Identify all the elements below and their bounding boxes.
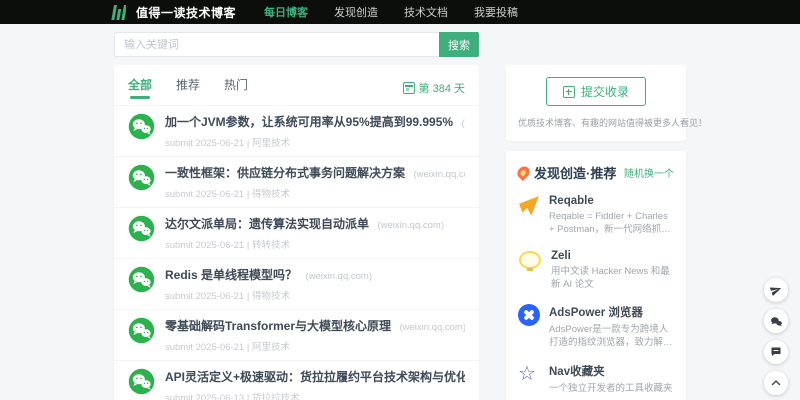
article-list-card: 全部 推荐 热门 第 384 天 加一个JVM参数，让系统可用率从95%提高到9… [114, 65, 479, 400]
article-title-link[interactable]: 零基础解码Transformer与大模型核心原理 [165, 319, 391, 333]
search-bar: 搜索 [114, 32, 479, 57]
paper-plane-icon [770, 284, 782, 296]
discover-item-name[interactable]: Zeli [551, 250, 674, 262]
wechat-icon [128, 368, 155, 395]
submit-slogan: 优质技术博客、有趣的网站值得被更多人看见！ [518, 118, 708, 128]
discover-list: Reqable Reqable = Fiddler + Charles + Po… [518, 195, 674, 395]
article-row[interactable]: Redis 是单线程模型吗？ (weixin.qq.com) submit 20… [114, 258, 479, 309]
article-row[interactable]: 零基础解码Transformer与大模型核心原理 (weixin.qq.com)… [114, 309, 479, 360]
article-body: 一致性框架：供应链分布式事务问题解决方案 (weixin.qq.com) sub… [165, 164, 465, 200]
nav-item[interactable]: 每日博客 [264, 4, 308, 20]
article-title-link[interactable]: 一致性框架：供应链分布式事务问题解决方案 [165, 166, 405, 180]
tab[interactable]: 全部 [128, 76, 152, 99]
search-button[interactable]: 搜索 [439, 32, 479, 57]
tab[interactable]: 推荐 [176, 76, 200, 99]
article-row[interactable]: API灵活定义+极速驱动：货拉拉履约平台技术架构与优化实践 (weixin.qq… [114, 360, 479, 400]
nav-item[interactable]: 我要投稿 [474, 4, 518, 20]
tabs-row: 全部 推荐 热门 第 384 天 [114, 65, 479, 105]
nav-item[interactable]: 发现创造 [334, 4, 378, 20]
article-meta: submit 2025-06-21 | 得物技术 [165, 189, 290, 200]
wechat-icon [128, 215, 155, 242]
article-meta: submit 2025-06-13 | 货拉拉技术 [165, 393, 300, 400]
wechat-icon [128, 164, 155, 191]
main-nav: 每日博客 发现创造 技术文档 我要投稿 [264, 4, 518, 20]
article-title-link[interactable]: API灵活定义+极速驱动：货拉拉履约平台技术架构与优化实践 [165, 370, 465, 384]
discover-item[interactable]: Nav收藏夹 一个独立开发者的工具收藏夹 [518, 363, 674, 395]
wechat-icon [770, 315, 783, 328]
discover-item-name[interactable]: AdsPower 浏览器 [549, 304, 674, 320]
submit-card: 提交收录 优质技术博客、有趣的网站值得被更多人看见！ [506, 65, 708, 141]
discover-item-body: Nav收藏夹 一个独立开发者的工具收藏夹 [549, 363, 673, 395]
wechat-icon [128, 266, 155, 293]
discover-item[interactable]: AdsPower 浏览器 AdsPower是一款专为跨境人打造的指纹浏览器，致力… [518, 304, 674, 350]
wechat-icon [128, 113, 155, 140]
article-body: 零基础解码Transformer与大模型核心原理 (weixin.qq.com)… [165, 317, 465, 353]
discover-item-icon [518, 363, 540, 385]
article-domain: (weixin.qq.com) [377, 220, 444, 231]
random-switch-link[interactable]: 随机换一个 [624, 165, 674, 180]
flame-icon [515, 164, 532, 181]
share-button[interactable] [764, 278, 788, 302]
article-row[interactable]: 加一个JVM参数，让系统可用率从95%提高到99.995% (weixin.qq… [114, 105, 479, 156]
discover-item-desc: Reqable = Fiddler + Charles + Postman，新一… [549, 211, 671, 236]
article-row[interactable]: 一致性框架：供应链分布式事务问题解决方案 (weixin.qq.com) sub… [114, 156, 479, 207]
back-to-top-button[interactable] [764, 371, 788, 395]
article-meta: submit 2025-06-21 | 阿里技术 [165, 342, 290, 353]
wechat-share-button[interactable] [764, 309, 788, 333]
submit-site-button[interactable]: 提交收录 [545, 77, 646, 106]
article-title-link[interactable]: Redis 是单线程模型吗？ [165, 268, 297, 282]
discover-item-body: Reqable Reqable = Fiddler + Charles + Po… [549, 195, 674, 237]
site-logo-icon[interactable] [110, 4, 126, 20]
article-list: 加一个JVM参数，让系统可用率从95%提高到99.995% (weixin.qq… [114, 105, 479, 400]
search-input[interactable] [114, 32, 439, 57]
submit-button-label: 提交收录 [580, 85, 629, 99]
main-column: 搜索 全部 推荐 热门 第 384 天 [114, 32, 479, 400]
wechat-icon [128, 317, 155, 344]
top-header: 值得一读技术博客 每日博客 发现创造 技术文档 我要投稿 [0, 0, 800, 24]
discover-item[interactable]: Reqable Reqable = Fiddler + Charles + Po… [518, 195, 674, 237]
article-domain: (weixin.qq.com) [399, 322, 465, 333]
article-title-link[interactable]: 达尔文派单局：遗传算法实现自动派单 [165, 217, 369, 231]
floating-action-stack [764, 278, 788, 395]
sidebar: 提交收录 优质技术博客、有趣的网站值得被更多人看见！ 发现创造·推荐 随机换一个… [506, 65, 708, 400]
discover-item-body: Zeli 用中文读 Hacker News 和最新 AI 论文 [551, 250, 674, 292]
article-domain: (weixin.qq.com) [413, 169, 465, 180]
discover-item-body: AdsPower 浏览器 AdsPower是一款专为跨境人打造的指纹浏览器，致力… [549, 304, 674, 350]
article-meta: submit 2025-06-21 | 转转技术 [165, 240, 290, 251]
feedback-button[interactable] [764, 340, 788, 364]
discover-item-icon [519, 250, 541, 271]
discover-item-icon [519, 196, 539, 216]
article-domain: (weixin.qq.com) [305, 271, 372, 282]
article-row[interactable]: 达尔文派单局：遗传算法实现自动派单 (weixin.qq.com) submit… [114, 207, 479, 258]
discover-item-icon [518, 304, 540, 327]
discover-item-name[interactable]: Reqable [549, 195, 674, 207]
discover-item-desc: 用中文读 Hacker News 和最新 AI 论文 [551, 265, 670, 290]
article-title-link[interactable]: 加一个JVM参数，让系统可用率从95%提高到99.995% [165, 115, 453, 129]
article-meta: submit 2025-06-21 | 阿里技术 [165, 138, 290, 149]
tab[interactable]: 热门 [224, 76, 248, 99]
discover-card: 发现创造·推荐 随机换一个 Reqable Reqable = Fiddler … [506, 151, 686, 400]
article-body: API灵活定义+极速驱动：货拉拉履约平台技术架构与优化实践 (weixin.qq… [165, 368, 465, 400]
plus-box-icon [562, 85, 575, 98]
discover-item[interactable]: Zeli 用中文读 Hacker News 和最新 AI 论文 [518, 250, 674, 292]
chevron-up-icon [770, 377, 782, 389]
article-body: 达尔文派单局：遗传算法实现自动派单 (weixin.qq.com) submit… [165, 215, 465, 251]
day-counter-badge: 第 384 天 [402, 80, 465, 96]
tabs: 全部 推荐 热门 [128, 76, 272, 99]
article-meta: submit 2025-06-21 | 得物技术 [165, 291, 290, 302]
discover-item-name[interactable]: Nav收藏夹 [549, 363, 673, 379]
calendar-icon [402, 81, 415, 94]
discover-item-desc: 一个独立开发者的工具收藏夹 [549, 382, 673, 394]
discover-card-title: 发现创造·推荐 [534, 166, 617, 181]
article-body: Redis 是单线程模型吗？ (weixin.qq.com) submit 20… [165, 266, 465, 302]
day-counter-label: 第 384 天 [418, 82, 465, 95]
comment-icon [770, 346, 782, 358]
site-title[interactable]: 值得一读技术博客 [136, 4, 236, 21]
discover-item-desc: AdsPower是一款专为跨境人打造的指纹浏览器，致力解决跨境人多账号登录问题，… [549, 324, 673, 349]
article-body: 加一个JVM参数，让系统可用率从95%提高到99.995% (weixin.qq… [165, 113, 465, 149]
article-domain: (weixin.qq.com) [461, 118, 465, 129]
nav-item[interactable]: 技术文档 [404, 4, 448, 20]
